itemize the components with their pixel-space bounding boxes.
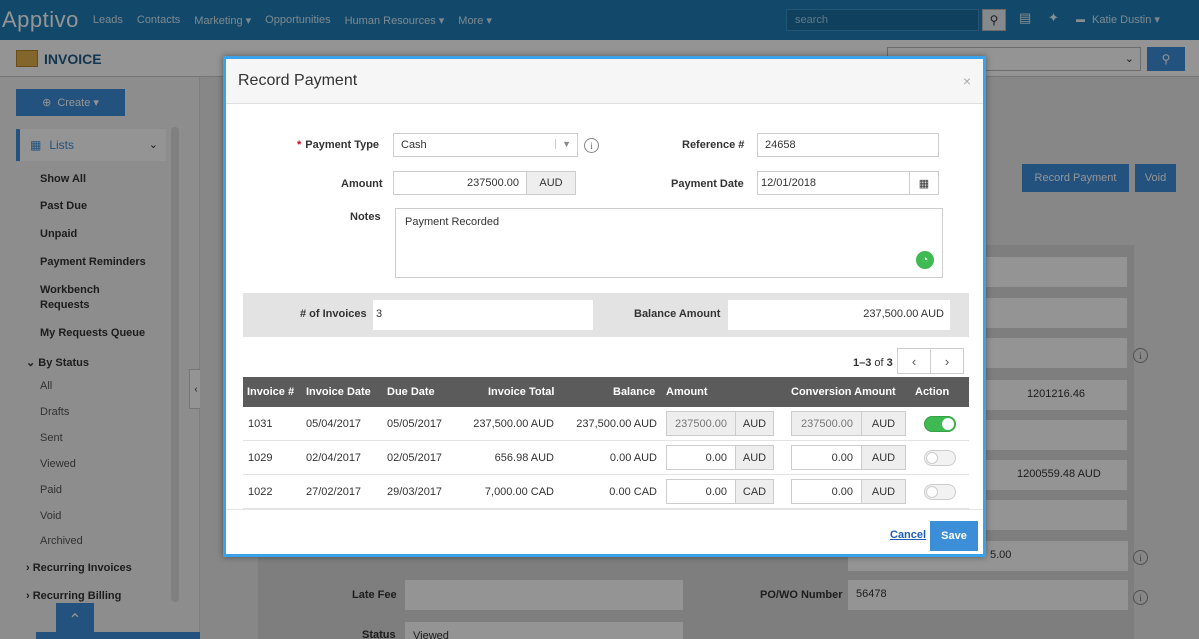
amount-input[interactable]: 237500.00 — [666, 411, 736, 436]
close-icon[interactable]: × — [963, 73, 971, 89]
toggle-knob — [926, 452, 938, 464]
cell-invoice-total: 7,000.00 CAD — [484, 486, 554, 498]
payment-type-value: Cash — [401, 139, 427, 151]
notes-value: Payment Recorded — [405, 216, 500, 228]
column-header: Conversion Amount — [791, 386, 896, 398]
cell-invoice-date: 05/04/2017 — [306, 418, 362, 430]
column-header: Amount — [666, 386, 708, 398]
column-header: Invoice # — [247, 386, 295, 398]
num-invoices-label: # of Invoices — [300, 308, 367, 320]
cell-due-date: 05/05/2017 — [387, 418, 443, 430]
save-button[interactable]: Save — [930, 521, 978, 551]
pagination-label: 1–3 of 3 — [853, 357, 893, 369]
column-header: Invoice Date — [306, 386, 371, 398]
toggle-knob — [942, 418, 954, 430]
dialog-header: Record Payment × — [226, 59, 983, 104]
conversion-amount-input[interactable]: 0.00 — [791, 445, 862, 470]
payment-date-input[interactable]: 12/01/2018 — [757, 171, 910, 195]
toggle-knob — [926, 486, 938, 498]
table-row: 1031 05/04/2017 05/05/2017 237,500.00 AU… — [243, 407, 969, 441]
reference-label: Reference # — [682, 139, 745, 151]
payment-date-label: Payment Date — [671, 178, 744, 190]
cell-invoice-num: 1029 — [248, 452, 273, 464]
amount-currency: AUD — [735, 445, 774, 470]
amount-input[interactable]: 237500.00 — [393, 171, 527, 195]
amount-currency: AUD — [526, 171, 576, 195]
chevron-right-icon: › — [944, 353, 950, 369]
cell-invoice-date: 02/04/2017 — [306, 452, 362, 464]
cell-due-date: 29/03/2017 — [387, 486, 443, 498]
cell-invoice-total: 237,500.00 AUD — [473, 418, 554, 430]
column-header: Due Date — [387, 386, 435, 398]
balance-amount-value: 237,500.00 AUD — [728, 300, 950, 330]
amount-currency: CAD — [735, 479, 774, 504]
pager-of: of — [874, 357, 884, 369]
required-marker: * — [297, 139, 302, 151]
pager-total: 3 — [886, 357, 893, 369]
column-header: Action — [915, 386, 950, 398]
column-header: Balance — [613, 386, 656, 398]
amount-input[interactable]: 0.00 — [666, 445, 736, 470]
apply-payment-toggle[interactable] — [924, 450, 956, 466]
conversion-currency: AUD — [861, 445, 906, 470]
apply-payment-toggle[interactable] — [924, 484, 956, 500]
calendar-icon[interactable]: ▦ — [909, 171, 939, 195]
prev-page-button[interactable]: ‹ — [897, 348, 931, 374]
next-page-button[interactable]: › — [930, 348, 964, 374]
table-row: 1029 02/04/2017 02/05/2017 656.98 AUD 0.… — [243, 441, 969, 475]
cell-balance: 0.00 AUD — [609, 452, 657, 464]
cell-balance: 0.00 CAD — [609, 486, 657, 498]
conversion-amount-input[interactable]: 237500.00 — [791, 411, 862, 436]
table-row: 1022 27/02/2017 29/03/2017 7,000.00 CAD … — [243, 475, 969, 509]
cell-invoice-num: 1022 — [248, 486, 273, 498]
reference-input[interactable]: 24658 — [757, 133, 939, 157]
cell-invoice-num: 1031 — [248, 418, 273, 430]
pager-range: 1–3 — [853, 357, 872, 369]
conversion-currency: AUD — [861, 411, 906, 436]
notes-textarea[interactable]: Payment Recorded ◔ — [395, 208, 943, 278]
notes-label: Notes — [350, 211, 381, 223]
cell-invoice-total: 656.98 AUD — [494, 452, 554, 464]
conversion-amount-input[interactable]: 0.00 — [791, 479, 862, 504]
table-header: Invoice # Invoice Date Due Date Invoice … — [243, 377, 969, 407]
apply-payment-toggle[interactable] — [924, 416, 956, 432]
amount-currency: AUD — [735, 411, 774, 436]
chevron-left-icon: ‹ — [911, 353, 917, 369]
dialog-footer: Cancel Save — [226, 509, 983, 554]
cancel-link[interactable]: Cancel — [890, 529, 926, 541]
cell-due-date: 02/05/2017 — [387, 452, 443, 464]
info-icon[interactable]: i — [584, 138, 599, 153]
payment-type-label: * Payment Type — [297, 139, 379, 151]
cell-balance: 237,500.00 AUD — [576, 418, 657, 430]
balance-amount-label: Balance Amount — [634, 308, 721, 320]
dialog-title: Record Payment — [238, 72, 358, 89]
refresh-icon[interactable]: ◔ — [916, 251, 934, 269]
column-header: Invoice Total — [488, 386, 555, 398]
summary-band: # of Invoices 3 Balance Amount 237,500.0… — [243, 293, 969, 337]
payment-type-select[interactable]: Cash ▼ — [393, 133, 578, 157]
payment-type-label-text: Payment Type — [305, 139, 380, 151]
record-payment-dialog: Record Payment × * Payment Type Cash ▼ i … — [223, 56, 986, 557]
chevron-down-icon: ▼ — [555, 139, 571, 149]
cell-invoice-date: 27/02/2017 — [306, 486, 362, 498]
amount-input[interactable]: 0.00 — [666, 479, 736, 504]
amount-label: Amount — [341, 178, 383, 190]
num-invoices-value: 3 — [373, 300, 593, 330]
conversion-currency: AUD — [861, 479, 906, 504]
